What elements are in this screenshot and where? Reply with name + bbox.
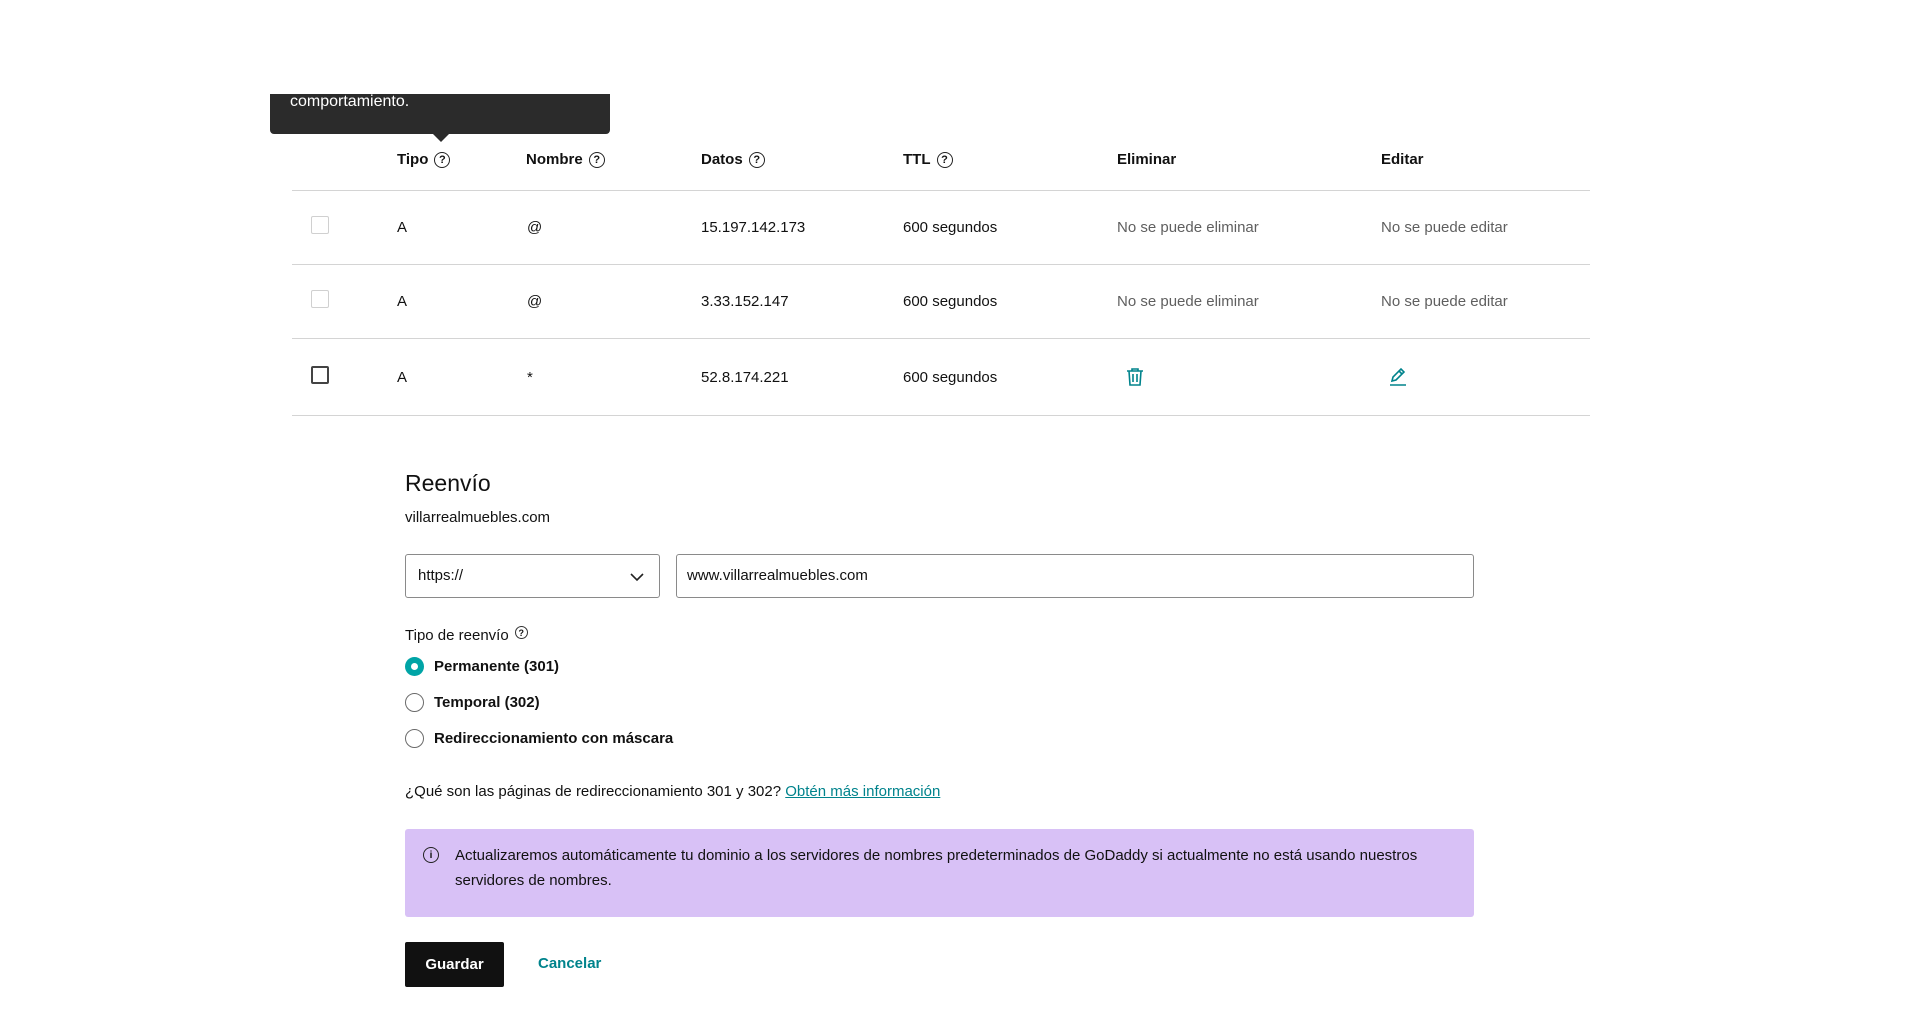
- record-type: A: [397, 293, 408, 310]
- header-eliminar: Eliminar: [1117, 150, 1176, 170]
- radio-mascara[interactable]: Redireccionamiento con máscara: [405, 729, 673, 748]
- chevron-down-icon: [629, 569, 645, 589]
- edit-disabled-text: No se puede editar: [1381, 293, 1508, 310]
- cancel-button[interactable]: Cancelar: [538, 955, 601, 972]
- record-name: *: [527, 369, 533, 386]
- record-type: A: [397, 369, 408, 386]
- radio-label: Permanente (301): [434, 658, 560, 675]
- record-ttl: 600 segundos: [903, 293, 998, 310]
- header-nombre-label: Nombre: [526, 151, 583, 168]
- help-icon[interactable]: ?: [434, 152, 451, 168]
- trash-icon[interactable]: [1126, 367, 1144, 392]
- header-ttl-label: TTL: [903, 151, 931, 168]
- destination-url-input[interactable]: www.villarrealmuebles.com: [676, 554, 1474, 598]
- protocol-select[interactable]: https://: [405, 554, 660, 598]
- header-editar: Editar: [1381, 150, 1424, 170]
- info-banner: i Actualizaremos automáticamente tu domi…: [405, 829, 1474, 917]
- header-tipo-label: Tipo: [397, 151, 429, 168]
- record-type: A: [397, 219, 408, 236]
- delete-disabled-text: No se puede eliminar: [1117, 293, 1259, 310]
- help-line: ¿Qué son las páginas de redireccionamien…: [405, 783, 940, 800]
- tooltip-arrow: [433, 134, 449, 142]
- help-icon[interactable]: ?: [936, 152, 953, 168]
- delete-disabled-text: No se puede eliminar: [1117, 219, 1259, 236]
- record-name: @: [527, 293, 543, 310]
- help-text: ¿Qué son las páginas de redireccionamien…: [405, 783, 782, 800]
- header-eliminar-label: Eliminar: [1117, 151, 1177, 168]
- radio-permanente[interactable]: Permanente (301): [405, 657, 559, 676]
- record-ttl: 600 segundos: [903, 219, 998, 236]
- save-button[interactable]: Guardar: [405, 942, 504, 987]
- row-divider: [292, 338, 1590, 339]
- radio-label: Redireccionamiento con máscara: [434, 730, 674, 747]
- radio-unselected-icon: [405, 729, 424, 748]
- forwarding-title: Reenvío: [405, 470, 491, 496]
- header-tipo: Tipo ?: [397, 150, 451, 170]
- header-ttl: TTL ?: [903, 150, 953, 170]
- row-checkbox: [311, 290, 329, 308]
- row-checkbox[interactable]: [311, 366, 329, 384]
- forwarding-type-text: Tipo de reenvío: [405, 627, 509, 644]
- protocol-value: https://: [418, 567, 464, 584]
- row-divider: [292, 415, 1590, 416]
- header-datos-label: Datos: [701, 151, 743, 168]
- row-divider: [292, 190, 1590, 191]
- edit-disabled-text: No se puede editar: [1381, 219, 1508, 236]
- help-icon[interactable]: ?: [748, 152, 765, 168]
- help-icon[interactable]: ?: [514, 626, 528, 639]
- header-nombre: Nombre ?: [526, 150, 605, 170]
- help-icon[interactable]: ?: [588, 152, 605, 168]
- header-editar-label: Editar: [1381, 151, 1424, 168]
- record-data: 3.33.152.147: [701, 293, 789, 310]
- learn-more-link[interactable]: Obtén más información: [785, 783, 940, 800]
- destination-url-value: www.villarrealmuebles.com: [687, 567, 868, 584]
- row-divider: [292, 264, 1590, 265]
- record-ttl: 600 segundos: [903, 369, 998, 386]
- record-data: 15.197.142.173: [701, 219, 806, 236]
- forwarding-type-label: Tipo de reenvío ?: [405, 626, 528, 644]
- radio-unselected-icon: [405, 693, 424, 712]
- radio-selected-icon: [405, 657, 424, 676]
- info-text: Actualizaremos automáticamente tu domini…: [455, 847, 1418, 889]
- tooltip: comportamiento.: [270, 93, 610, 142]
- radio-label: Temporal (302): [434, 694, 540, 711]
- record-data: 52.8.174.221: [701, 369, 789, 386]
- record-name: @: [527, 219, 543, 236]
- radio-temporal[interactable]: Temporal (302): [405, 693, 540, 712]
- info-icon: i: [423, 847, 439, 863]
- tooltip-text: comportamiento.: [290, 93, 410, 110]
- pencil-icon[interactable]: [1389, 367, 1407, 392]
- row-checkbox: [311, 216, 329, 234]
- header-datos: Datos ?: [701, 150, 765, 170]
- forwarding-domain: villarrealmuebles.com: [405, 509, 551, 526]
